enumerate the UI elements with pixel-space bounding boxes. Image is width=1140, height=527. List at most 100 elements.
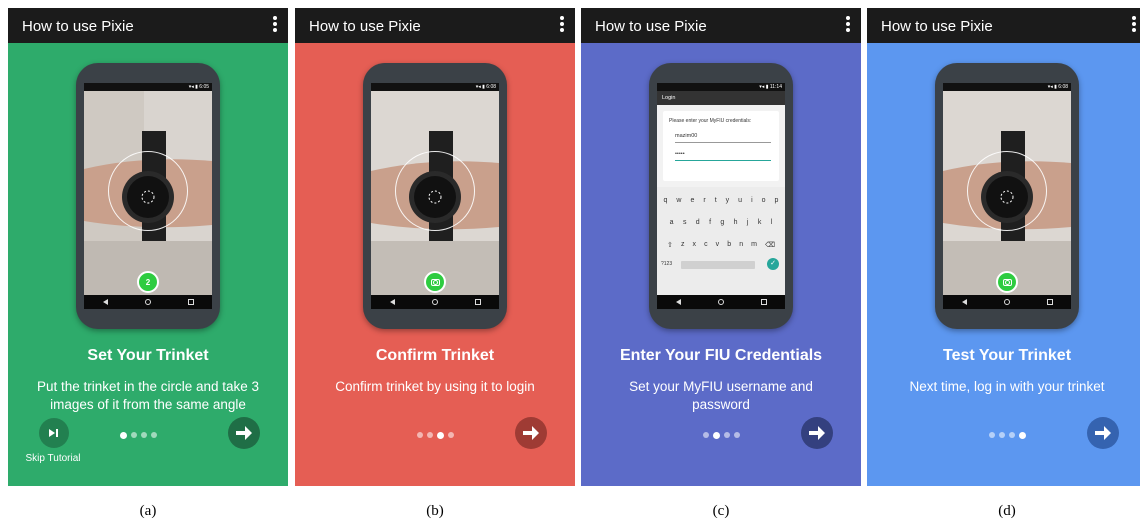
username-field[interactable]: mazim00 (675, 133, 771, 143)
overflow-menu-icon[interactable] (1131, 16, 1137, 36)
key-s[interactable]: s (683, 219, 687, 226)
key-n[interactable]: n (739, 241, 743, 249)
password-field[interactable]: ••••• (675, 151, 771, 161)
tutorial-panel-fiu-credentials: How to use Pixie ▾◂ ▮ 11:14 Login Please… (581, 8, 861, 486)
recent-apps-icon[interactable] (474, 299, 481, 305)
phone-screen: ▾◂ ▮ 6:05 2 (84, 83, 212, 309)
key-a[interactable]: a (670, 219, 674, 226)
page-dot-1[interactable] (416, 432, 423, 438)
page-dot-4[interactable] (733, 432, 740, 438)
key-i[interactable]: i (751, 197, 753, 204)
page-dot-3[interactable] (140, 432, 147, 438)
key-z[interactable]: z (681, 241, 685, 249)
figure-caption-c: (c) (712, 503, 730, 519)
recent-apps-icon[interactable] (760, 299, 767, 305)
app-title: How to use Pixie (22, 18, 134, 35)
recent-apps-icon[interactable] (1046, 299, 1053, 305)
next-button[interactable] (515, 417, 547, 449)
key-p[interactable]: p (775, 197, 779, 204)
camera-button[interactable] (424, 271, 446, 293)
capture-count-button[interactable]: 2 (137, 271, 159, 293)
page-dot-3[interactable] (1008, 432, 1015, 438)
key-w[interactable]: w (676, 197, 681, 204)
shift-icon[interactable]: ⇧ (667, 241, 673, 249)
arrow-right-icon (236, 426, 252, 440)
status-bar: ▾◂ ▮ 11:14 (657, 83, 785, 91)
capture-count: 2 (145, 277, 151, 287)
step-description: Put the trinket in the circle and take 3… (36, 379, 260, 412)
recent-apps-icon[interactable] (187, 299, 194, 305)
tutorial-panel-set-trinket: How to use Pixie ▾◂ ▮ 6:05 2 Set Your Tr… (8, 8, 288, 486)
key-m[interactable]: m (751, 241, 757, 249)
done-key-check-icon[interactable]: ✓ (767, 258, 779, 270)
page-dot-3[interactable] (436, 431, 444, 439)
android-nav-bar (657, 295, 785, 309)
android-nav-bar (84, 295, 212, 309)
page-dot-2[interactable] (426, 432, 433, 438)
spacebar[interactable] (681, 261, 755, 269)
key-d[interactable]: d (696, 219, 700, 226)
key-f[interactable]: f (709, 219, 711, 226)
back-icon[interactable] (961, 299, 967, 305)
key-c[interactable]: c (704, 241, 708, 249)
key-l[interactable]: l (771, 219, 773, 226)
arrow-right-icon (809, 426, 825, 440)
page-dot-3[interactable] (723, 432, 730, 438)
overflow-menu-icon[interactable] (272, 16, 278, 36)
page-dot-2[interactable] (130, 432, 137, 438)
status-bar: ▾◂ ▮ 6:08 (371, 83, 499, 91)
page-dot-2[interactable] (712, 431, 720, 439)
home-icon[interactable] (717, 299, 724, 305)
soft-keyboard: q w e r t y u i o p a s d f g h j k l ⇧ z x c v b n m ⌫ ?123 ✓ (657, 187, 785, 295)
symbols-key[interactable]: ?123 (661, 261, 672, 267)
key-v[interactable]: v (716, 241, 720, 249)
camera-button[interactable] (996, 271, 1018, 293)
key-e[interactable]: e (690, 197, 694, 204)
camera-icon (430, 278, 440, 286)
page-dot-2[interactable] (998, 432, 1005, 438)
app-bar: How to use Pixie (581, 8, 861, 43)
back-icon[interactable] (389, 299, 395, 305)
key-k[interactable]: k (758, 219, 762, 226)
key-t[interactable]: t (715, 197, 717, 204)
figure-caption-b: (b) (426, 503, 444, 519)
back-icon[interactable] (675, 299, 681, 305)
next-button[interactable] (1087, 417, 1119, 449)
key-x[interactable]: x (693, 241, 697, 249)
page-dot-1[interactable] (119, 431, 127, 439)
app-title: How to use Pixie (881, 18, 993, 35)
key-r[interactable]: r (703, 197, 705, 204)
key-j[interactable]: j (747, 219, 749, 226)
key-o[interactable]: o (762, 197, 766, 204)
keyboard-row-3: ⇧ z x c v b n m ⌫ (663, 241, 779, 249)
home-icon[interactable] (431, 299, 438, 305)
page-dot-1[interactable] (702, 432, 709, 438)
phone-illustration: ▾◂ ▮ 6:08 (935, 63, 1079, 329)
back-icon[interactable] (102, 299, 108, 305)
figure-caption-d: (d) (998, 503, 1016, 519)
next-button[interactable] (801, 417, 833, 449)
key-b[interactable]: b (727, 241, 731, 249)
key-u[interactable]: u (738, 197, 742, 204)
next-button[interactable] (228, 417, 260, 449)
home-icon[interactable] (1003, 299, 1010, 305)
page-dot-1[interactable] (988, 432, 995, 438)
overflow-menu-icon[interactable] (845, 16, 851, 36)
key-y[interactable]: y (726, 197, 730, 204)
keyboard-row-2: asdfghjkl (665, 219, 777, 226)
home-icon[interactable] (144, 299, 151, 305)
android-nav-bar (371, 295, 499, 309)
skip-tutorial-label: Skip Tutorial (25, 453, 81, 464)
status-bar: ▾◂ ▮ 6:05 (84, 83, 212, 91)
key-q[interactable]: q (664, 197, 668, 204)
page-dot-4[interactable] (447, 432, 454, 438)
key-h[interactable]: h (734, 219, 738, 226)
step-heading: Enter Your FIU Credentials (619, 347, 823, 364)
page-dot-4[interactable] (1018, 431, 1026, 439)
step-heading: Test Your Trinket (942, 347, 1072, 364)
step-heading: Set Your Trinket (87, 347, 209, 364)
overflow-menu-icon[interactable] (559, 16, 565, 36)
key-g[interactable]: g (720, 219, 724, 226)
backspace-icon[interactable]: ⌫ (765, 241, 775, 249)
page-dot-4[interactable] (150, 432, 157, 438)
